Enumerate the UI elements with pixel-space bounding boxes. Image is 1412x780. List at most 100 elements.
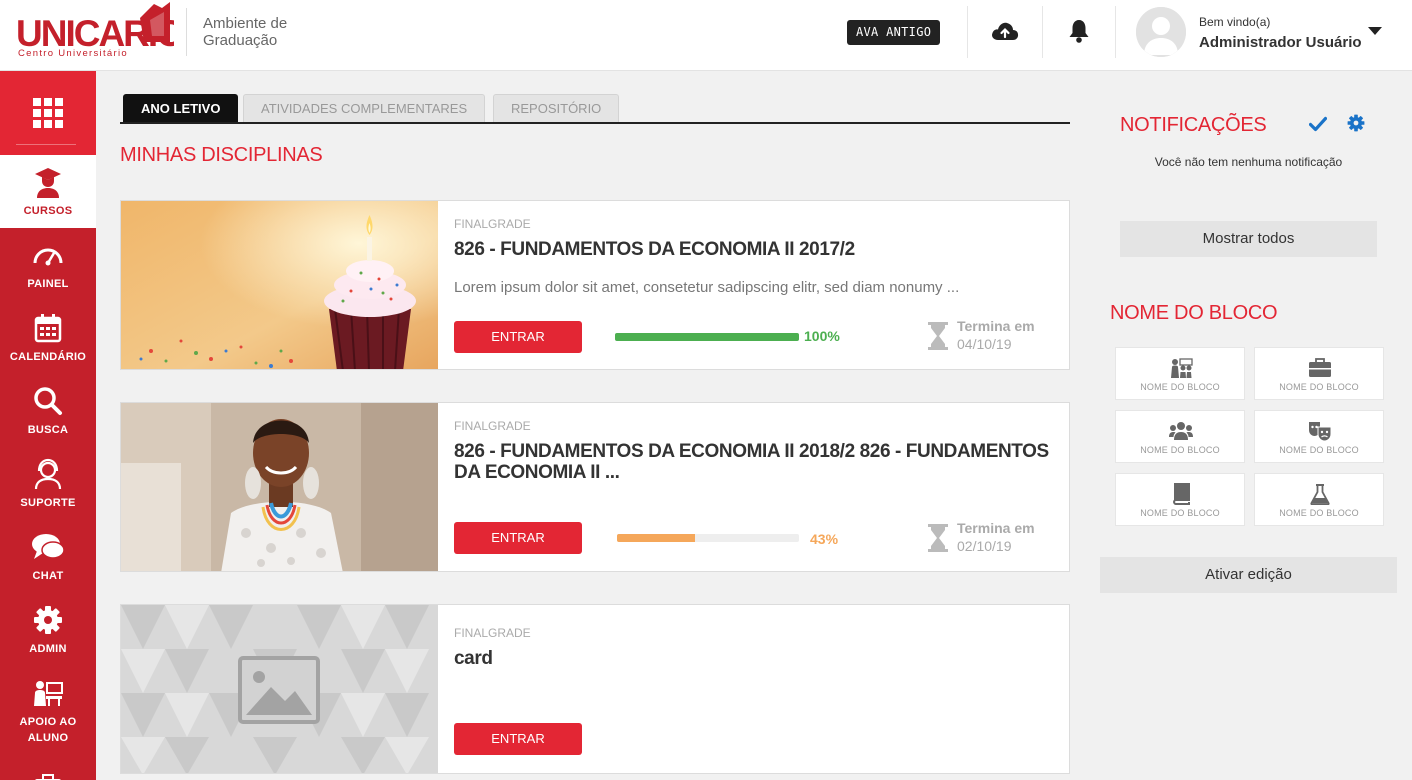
username[interactable]: Administrador Usuário xyxy=(1199,34,1362,51)
ends-date: 04/10/19 xyxy=(957,336,1012,352)
briefcase-icon xyxy=(30,769,66,780)
progress-fill xyxy=(617,534,696,542)
progress-bar xyxy=(617,534,799,542)
flask-icon xyxy=(1308,483,1332,505)
progress-fill xyxy=(615,333,799,341)
course-title[interactable]: 826 - FUNDAMENTOS DA ECONOMIA II 2017/2 xyxy=(454,239,1059,260)
course-tabs: ANO LETIVO ATIVIDADES COMPLEMENTARES REP… xyxy=(120,94,1070,124)
enter-button[interactable]: ENTRAR xyxy=(454,522,582,554)
users-group-icon xyxy=(1169,420,1193,442)
sidebar-item-label: APOIO AO ALUNO xyxy=(19,716,77,744)
enter-button[interactable]: ENTRAR xyxy=(454,723,582,755)
sidebar-item-apoio-ao-aluno[interactable]: APOIO AO ALUNO xyxy=(0,666,96,750)
progress-percent: 43% xyxy=(810,531,839,547)
ends-date: 02/10/19 xyxy=(957,538,1012,554)
sidebar-item-label: PAINEL xyxy=(27,278,69,290)
block-item[interactable]: NOME DO BLOCO xyxy=(1115,473,1245,526)
gear-icon xyxy=(30,603,66,637)
calendar-icon xyxy=(30,311,66,345)
block-item-label: NOME DO BLOCO xyxy=(1279,382,1359,392)
support-agent-icon xyxy=(30,457,66,491)
tab-ano-letivo[interactable]: ANO LETIVO xyxy=(123,94,239,122)
header-divider xyxy=(967,6,968,58)
enter-button[interactable]: ENTRAR xyxy=(454,321,582,353)
tab-repositorio[interactable]: REPOSITÓRIO xyxy=(493,94,620,122)
sidebar-item-label: CURSOS xyxy=(23,205,73,217)
tab-atividades-complementares[interactable]: ATIVIDADES COMPLEMENTARES xyxy=(243,94,486,122)
ava-antigo-button[interactable]: AVA ANTIGO xyxy=(847,20,941,45)
block-item[interactable]: NOME DO BLOCO xyxy=(1115,347,1245,400)
header-divider xyxy=(1042,6,1043,58)
sidebar-item-cursos[interactable]: CURSOS xyxy=(0,155,96,228)
dashboard-gauge-icon xyxy=(30,238,66,272)
section-title: MINHAS DISCIPLINAS xyxy=(120,144,323,166)
logo-divider xyxy=(186,8,187,56)
sidebar-item-chat[interactable]: CHAT xyxy=(0,520,96,593)
svg-text:Centro Universitário: Centro Universitário xyxy=(18,48,128,59)
header-divider xyxy=(1115,6,1116,58)
course-category: FINALGRADE xyxy=(454,217,531,231)
show-all-button[interactable]: Mostrar todos xyxy=(1120,221,1377,257)
ends-label: Termina em xyxy=(957,520,1035,536)
sidebar-item-label: SUPORTE xyxy=(20,497,76,509)
course-title[interactable]: card xyxy=(454,648,1059,669)
sidebar-item-painel[interactable]: PAINEL xyxy=(0,228,96,301)
block-item[interactable]: NOME DO BLOCO xyxy=(1115,410,1245,463)
search-icon xyxy=(30,384,66,418)
sidebar: CURSOS PAINEL CALENDÁRIO BUSCA SUPORTE C… xyxy=(0,71,96,780)
progress-bar xyxy=(615,333,799,341)
block-item[interactable]: NOME DO BLOCO xyxy=(1254,473,1384,526)
course-image-placeholder[interactable] xyxy=(121,605,438,773)
gear-icon[interactable] xyxy=(1347,114,1365,132)
enable-edit-button[interactable]: Ativar edição xyxy=(1100,557,1397,593)
course-image[interactable] xyxy=(121,403,438,571)
block-item-label: NOME DO BLOCO xyxy=(1140,508,1220,518)
sidebar-item-label: BUSCA xyxy=(27,424,69,436)
check-icon[interactable] xyxy=(1308,116,1328,132)
welcome-text: Bem vindo(a) xyxy=(1199,15,1271,29)
block-item-label: NOME DO BLOCO xyxy=(1140,445,1220,455)
student-support-icon xyxy=(30,676,66,710)
graduate-icon xyxy=(30,165,66,199)
chevron-down-icon[interactable] xyxy=(1368,27,1382,35)
course-category: FINALGRADE xyxy=(454,626,531,640)
course-category: FINALGRADE xyxy=(454,419,531,433)
course-description: Lorem ipsum dolor sit amet, consetetur s… xyxy=(454,279,960,296)
theater-masks-icon xyxy=(1308,420,1332,442)
notifications-empty-text: Você não tem nenhuma notificação xyxy=(1154,155,1343,169)
briefcase-icon xyxy=(1308,357,1332,379)
book-icon xyxy=(1169,483,1193,505)
sidebar-item-more[interactable] xyxy=(0,761,96,780)
hourglass-icon xyxy=(927,523,949,553)
sidebar-item-label: CHAT xyxy=(32,570,64,582)
top-header: UNICARIOCA Centro Universitário Ambiente… xyxy=(0,0,1412,71)
cloud-upload-icon[interactable] xyxy=(990,16,1020,46)
sidebar-item-admin[interactable]: ADMIN xyxy=(0,593,96,666)
block-item[interactable]: NOME DO BLOCO xyxy=(1254,410,1384,463)
sidebar-item-label: ADMIN xyxy=(29,643,67,655)
progress-percent: 100% xyxy=(804,328,840,344)
course-card: FINALGRADE card ENTRAR xyxy=(120,604,1070,774)
divider xyxy=(16,144,76,145)
notifications-title: NOTIFICAÇÕES xyxy=(1120,114,1267,136)
course-title[interactable]: 826 - FUNDAMENTOS DA ECONOMIA II 2018/2 … xyxy=(454,441,1059,483)
block-item-label: NOME DO BLOCO xyxy=(1279,445,1359,455)
bell-icon[interactable] xyxy=(1064,16,1094,46)
hourglass-icon xyxy=(927,321,949,351)
chat-icon xyxy=(30,530,66,564)
sidebar-item-suporte[interactable]: SUPORTE xyxy=(0,447,96,520)
grid-icon xyxy=(33,98,63,128)
class-teacher-icon xyxy=(1169,357,1193,379)
course-card: FINALGRADE 826 - FUNDAMENTOS DA ECONOMIA… xyxy=(120,200,1070,370)
block-item[interactable]: NOME DO BLOCO xyxy=(1254,347,1384,400)
unicarioca-logo[interactable]: UNICARIOCA Centro Universitário xyxy=(14,0,236,62)
avatar[interactable] xyxy=(1136,7,1186,57)
course-image[interactable] xyxy=(121,201,438,369)
sidebar-item-calendario[interactable]: CALENDÁRIO xyxy=(0,301,96,374)
sidebar-item-label: CALENDÁRIO xyxy=(9,351,87,363)
course-card: FINALGRADE 826 - FUNDAMENTOS DA ECONOMIA… xyxy=(120,402,1070,572)
sidebar-item-busca[interactable]: BUSCA xyxy=(0,374,96,447)
grid-menu-button[interactable] xyxy=(0,71,96,155)
environment-title: Ambiente de Graduação xyxy=(203,15,288,49)
block-title: NOME DO BLOCO xyxy=(1110,302,1278,324)
